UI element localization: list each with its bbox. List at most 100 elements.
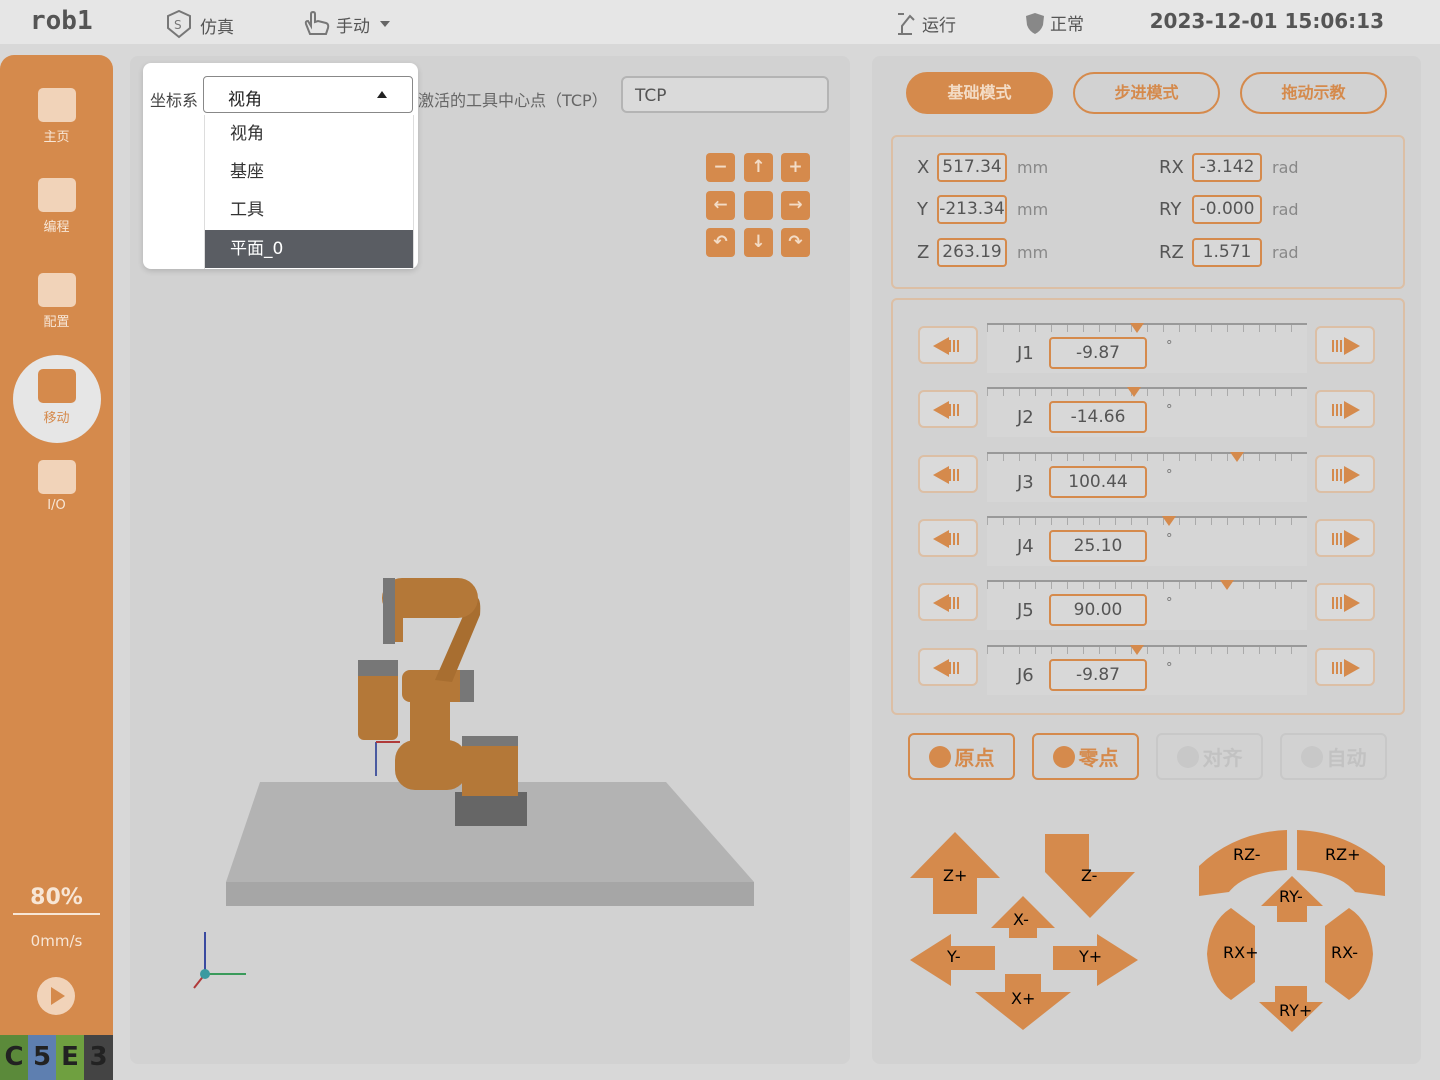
robot-arm-icon <box>898 13 915 35</box>
joint-unit: ° <box>1166 339 1173 354</box>
joint-decrease-button[interactable] <box>918 519 978 557</box>
align-label: 对齐 <box>1202 746 1243 770</box>
shield-icon <box>1026 12 1044 34</box>
sidebar-item-io[interactable]: I/O <box>0 460 113 513</box>
joint-decrease-button[interactable] <box>918 455 978 493</box>
y-plus-label: Y+ <box>1078 947 1102 966</box>
logo-letter: E <box>56 1035 84 1080</box>
joint-decrease-button[interactable] <box>918 583 978 621</box>
axis-gizmo <box>193 932 246 989</box>
joint-decrease-button[interactable] <box>918 326 978 364</box>
config-icon <box>37 273 76 307</box>
sidebar-item-move[interactable]: 移动 <box>0 369 113 426</box>
io-icon <box>37 460 76 494</box>
option-tool[interactable]: 工具 <box>205 191 413 229</box>
align-button[interactable]: 对齐 <box>1156 733 1263 780</box>
align-icon <box>1176 745 1199 768</box>
velocity-readout: 0mm/s <box>30 932 83 950</box>
view-up-icon[interactable]: ↑ <box>744 153 773 182</box>
robot-3d-viewport[interactable] <box>190 560 790 1000</box>
joint-value[interactable]: 25.10 <box>1049 530 1147 562</box>
joint-slider-ticks <box>987 325 1307 332</box>
sidebar-item-label: 配置 <box>43 315 70 330</box>
mode-dropdown[interactable]: 手动 <box>302 10 396 38</box>
pose-rx-value[interactable]: -3.142 <box>1192 153 1262 182</box>
speed-percent[interactable]: 80% <box>0 885 113 910</box>
caret-up-icon[interactable] <box>377 91 387 98</box>
pose-z-value[interactable]: 263.19 <box>937 238 1007 267</box>
pose-x-label: X <box>917 157 930 178</box>
option-view[interactable]: 视角 <box>205 115 413 153</box>
joint-name: J5 <box>1017 600 1034 621</box>
joint-value[interactable]: -14.66 <box>1049 401 1147 433</box>
joint-slider-thumb[interactable] <box>1230 452 1244 462</box>
zoom-out-icon[interactable]: − <box>706 153 735 182</box>
auto-button[interactable]: 自动 <box>1280 733 1387 780</box>
pose-rz-label: RZ <box>1159 242 1184 263</box>
zoom-in-icon[interactable]: + <box>781 153 810 182</box>
joint-increase-button[interactable] <box>1315 455 1375 493</box>
y-minus-label: Y- <box>946 947 961 966</box>
joint-decrease-button[interactable] <box>918 648 978 686</box>
joint-slider-thumb[interactable] <box>1220 580 1234 590</box>
rotate-left-icon[interactable]: ↶ <box>706 228 735 257</box>
simulation-label: 仿真 <box>200 17 234 38</box>
run-status: 运行 <box>894 10 956 36</box>
z-minus-label: Z- <box>1081 866 1097 885</box>
joint-slider-thumb[interactable] <box>1130 645 1144 655</box>
view-right-icon[interactable]: → <box>781 191 810 220</box>
joint-name: J6 <box>1017 665 1034 686</box>
joint-value[interactable]: 90.00 <box>1049 594 1147 626</box>
joint-increase-button[interactable] <box>1315 326 1375 364</box>
zero-button[interactable]: 零点 <box>1032 733 1139 780</box>
zero-label: 零点 <box>1078 746 1119 770</box>
simulation-toggle[interactable]: S 仿真 <box>162 10 234 40</box>
option-base[interactable]: 基座 <box>205 153 413 191</box>
joint-slider-thumb[interactable] <box>1127 387 1141 397</box>
joint-slider-ticks <box>987 647 1307 654</box>
option-plane-0[interactable]: 平面_0 <box>205 230 413 268</box>
logo-letter: C <box>0 1035 28 1080</box>
view-left-icon[interactable]: ← <box>706 191 735 220</box>
joint-increase-button[interactable] <box>1315 390 1375 428</box>
pose-rz-value[interactable]: 1.571 <box>1192 238 1262 267</box>
basic-mode-button[interactable]: 基础模式 <box>906 72 1053 114</box>
joint-increase-button[interactable] <box>1315 648 1375 686</box>
x-minus-label: X- <box>1013 910 1029 929</box>
joint-slider-thumb[interactable] <box>1162 516 1176 526</box>
joint-increase-button[interactable] <box>1315 583 1375 621</box>
home-button[interactable]: 原点 <box>908 733 1015 780</box>
joint-value[interactable]: 100.44 <box>1049 466 1147 498</box>
pose-y-value[interactable]: -213.34 <box>937 195 1007 224</box>
code-icon <box>37 178 76 212</box>
sidebar-item-label: 移动 <box>43 411 70 426</box>
view-down-icon[interactable]: ↓ <box>744 228 773 257</box>
joint-unit: ° <box>1166 532 1173 547</box>
home-label: 原点 <box>954 746 995 770</box>
drag-teach-button[interactable]: 拖动示教 <box>1240 72 1387 114</box>
rz-minus-label: RZ- <box>1233 845 1261 864</box>
simulation-icon: S <box>167 10 191 39</box>
rotate-right-icon[interactable]: ↷ <box>781 228 810 257</box>
move-icon <box>37 369 76 403</box>
joint-value[interactable]: -9.87 <box>1049 337 1147 369</box>
pose-ry-value[interactable]: -0.000 <box>1192 195 1262 224</box>
sidebar-item-config[interactable]: 配置 <box>0 273 113 330</box>
pose-ry-unit: rad <box>1272 200 1299 219</box>
pose-x-value[interactable]: 517.34 <box>937 153 1007 182</box>
joint-decrease-button[interactable] <box>918 390 978 428</box>
joint-increase-button[interactable] <box>1315 519 1375 557</box>
chevron-down-icon <box>380 21 390 27</box>
joint-slider-thumb[interactable] <box>1130 323 1144 333</box>
step-mode-button[interactable]: 步进模式 <box>1073 72 1220 114</box>
tcp-select[interactable]: TCP <box>621 76 829 113</box>
view-center-button[interactable] <box>744 191 773 220</box>
joint-unit: ° <box>1166 661 1173 676</box>
joint-unit: ° <box>1166 468 1173 483</box>
play-button[interactable] <box>37 977 75 1015</box>
sidebar-item-program[interactable]: 编程 <box>0 178 113 235</box>
pose-y-label: Y <box>917 199 928 220</box>
logo-letter: 5 <box>28 1035 56 1080</box>
joint-value[interactable]: -9.87 <box>1049 659 1147 691</box>
sidebar-item-home[interactable]: 主页 <box>0 88 113 145</box>
